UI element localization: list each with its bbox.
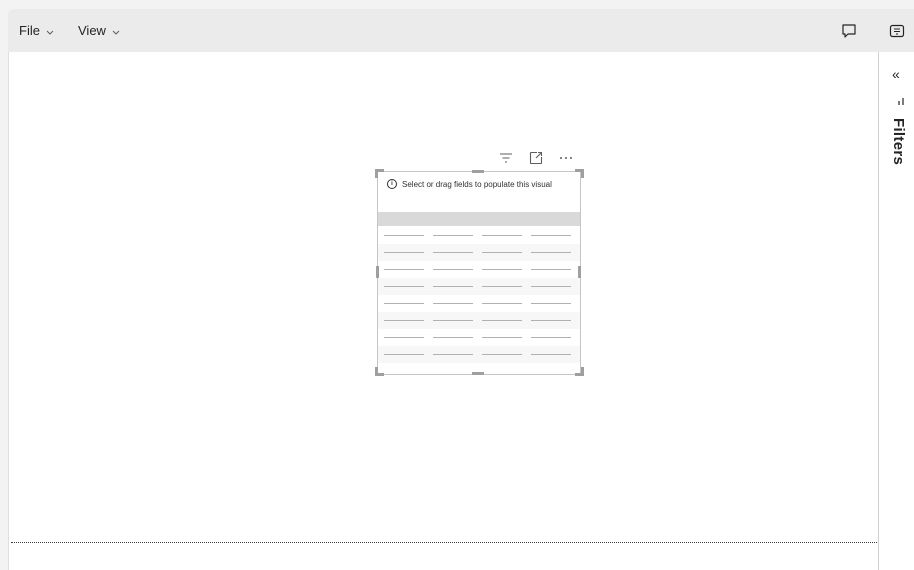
cell-placeholder-line (482, 252, 522, 253)
cell-placeholder-line (384, 354, 424, 355)
cell-placeholder-line (531, 269, 571, 270)
cell-placeholder-line (384, 286, 424, 287)
file-menu-label: File (19, 23, 40, 38)
view-menu[interactable]: View (78, 23, 120, 38)
more-options-icon[interactable] (558, 150, 574, 166)
resize-handle-bottom-right[interactable] (575, 367, 584, 376)
cell-placeholder-line (531, 235, 571, 236)
view-menu-label: View (78, 23, 106, 38)
table-row-placeholder (378, 346, 580, 363)
cell-placeholder-line (433, 286, 473, 287)
cell-placeholder-line (384, 269, 424, 270)
cell-placeholder-line (531, 337, 571, 338)
table-row-placeholder (378, 329, 580, 346)
cell-placeholder-line (531, 286, 571, 287)
cell-placeholder-line (433, 320, 473, 321)
cell-placeholder-line (482, 303, 522, 304)
table-header-placeholder (378, 212, 580, 226)
resize-handle-top[interactable] (472, 170, 484, 173)
info-icon: i (387, 179, 397, 189)
cell-placeholder-line (433, 337, 473, 338)
chevron-down-icon (46, 27, 54, 37)
filter-icon[interactable] (498, 150, 514, 166)
panel-icon[interactable] (888, 22, 906, 40)
cell-placeholder-line (433, 354, 473, 355)
visual-message-text: Select or drag fields to populate this v… (402, 179, 552, 189)
resize-handle-top-right[interactable] (575, 169, 584, 178)
expand-filters-button[interactable]: « (892, 66, 900, 82)
filters-pane-icon (898, 98, 904, 105)
table-row-placeholder (378, 227, 580, 244)
cell-placeholder-line (384, 235, 424, 236)
resize-handle-bottom-left[interactable] (375, 367, 384, 376)
cell-placeholder-line (482, 269, 522, 270)
chevron-down-icon (112, 27, 120, 37)
resize-handle-bottom[interactable] (472, 372, 484, 375)
cell-placeholder-line (433, 269, 473, 270)
menu-bar: File View (8, 9, 914, 52)
visual-header (498, 150, 576, 166)
table-row-placeholder (378, 278, 580, 295)
cell-placeholder-line (531, 252, 571, 253)
resize-handle-left[interactable] (376, 266, 379, 278)
cell-placeholder-line (482, 235, 522, 236)
filters-pane: « Filters (878, 52, 914, 570)
cell-placeholder-line (433, 303, 473, 304)
cell-placeholder-line (384, 252, 424, 253)
cell-placeholder-line (531, 303, 571, 304)
cell-placeholder-line (531, 320, 571, 321)
cell-placeholder-line (531, 354, 571, 355)
table-row-placeholder (378, 261, 580, 278)
cell-placeholder-line (384, 337, 424, 338)
table-row-placeholder (378, 312, 580, 329)
resize-handle-top-left[interactable] (375, 169, 384, 178)
table-visual[interactable]: i Select or drag fields to populate this… (377, 171, 581, 375)
comment-icon[interactable] (840, 22, 858, 40)
cell-placeholder-line (384, 303, 424, 304)
file-menu[interactable]: File (19, 23, 54, 38)
cell-placeholder-line (482, 286, 522, 287)
table-row-placeholder (378, 244, 580, 261)
visual-empty-message: i Select or drag fields to populate this… (387, 179, 552, 189)
cell-placeholder-line (433, 252, 473, 253)
focus-mode-icon[interactable] (528, 150, 544, 166)
page-boundary-line (11, 542, 877, 543)
cell-placeholder-line (482, 320, 522, 321)
cell-placeholder-line (482, 337, 522, 338)
resize-handle-right[interactable] (578, 266, 581, 278)
cell-placeholder-line (384, 320, 424, 321)
table-row-placeholder (378, 295, 580, 312)
cell-placeholder-line (433, 235, 473, 236)
cell-placeholder-line (482, 354, 522, 355)
filters-label[interactable]: Filters (890, 118, 907, 165)
